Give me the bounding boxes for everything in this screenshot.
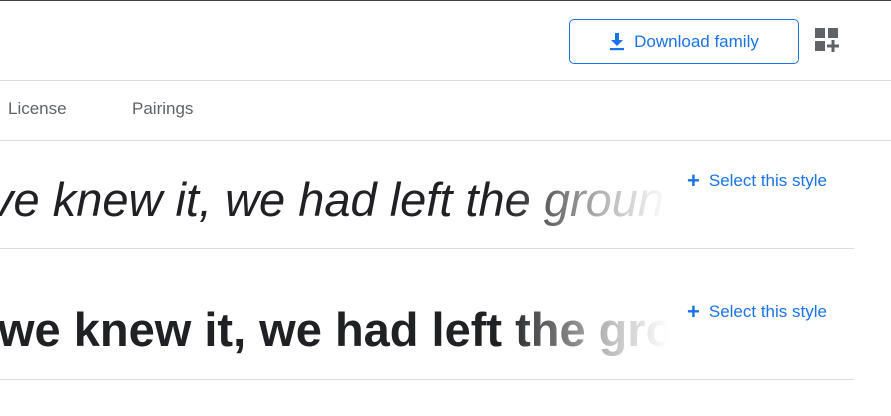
- font-family-page: Download family License Pairings ve knew…: [0, 0, 891, 416]
- tab-pairings[interactable]: Pairings: [132, 98, 193, 120]
- select-style-button[interactable]: + Select this style: [687, 168, 827, 193]
- style-sample-italic: ve knew it, we had left the ground.: [0, 173, 668, 226]
- plus-icon: +: [687, 299, 700, 324]
- select-style-label: Select this style: [708, 171, 827, 190]
- row-divider: [0, 248, 854, 249]
- download-icon: [609, 32, 625, 51]
- select-style-label: Select this style: [708, 302, 827, 321]
- top-border: [0, 0, 891, 1]
- plus-icon: +: [687, 168, 700, 193]
- row-divider: [0, 379, 854, 380]
- style-sample-bold: we knew it, we had left the groun: [0, 303, 668, 356]
- tab-license[interactable]: License: [8, 98, 67, 120]
- apps-add-icon[interactable]: [815, 28, 839, 52]
- download-family-label: Download family: [634, 31, 759, 51]
- download-family-button[interactable]: Download family: [569, 19, 799, 64]
- select-style-button[interactable]: + Select this style: [687, 299, 827, 324]
- header-divider: [0, 80, 891, 81]
- tabs-divider: [0, 140, 891, 141]
